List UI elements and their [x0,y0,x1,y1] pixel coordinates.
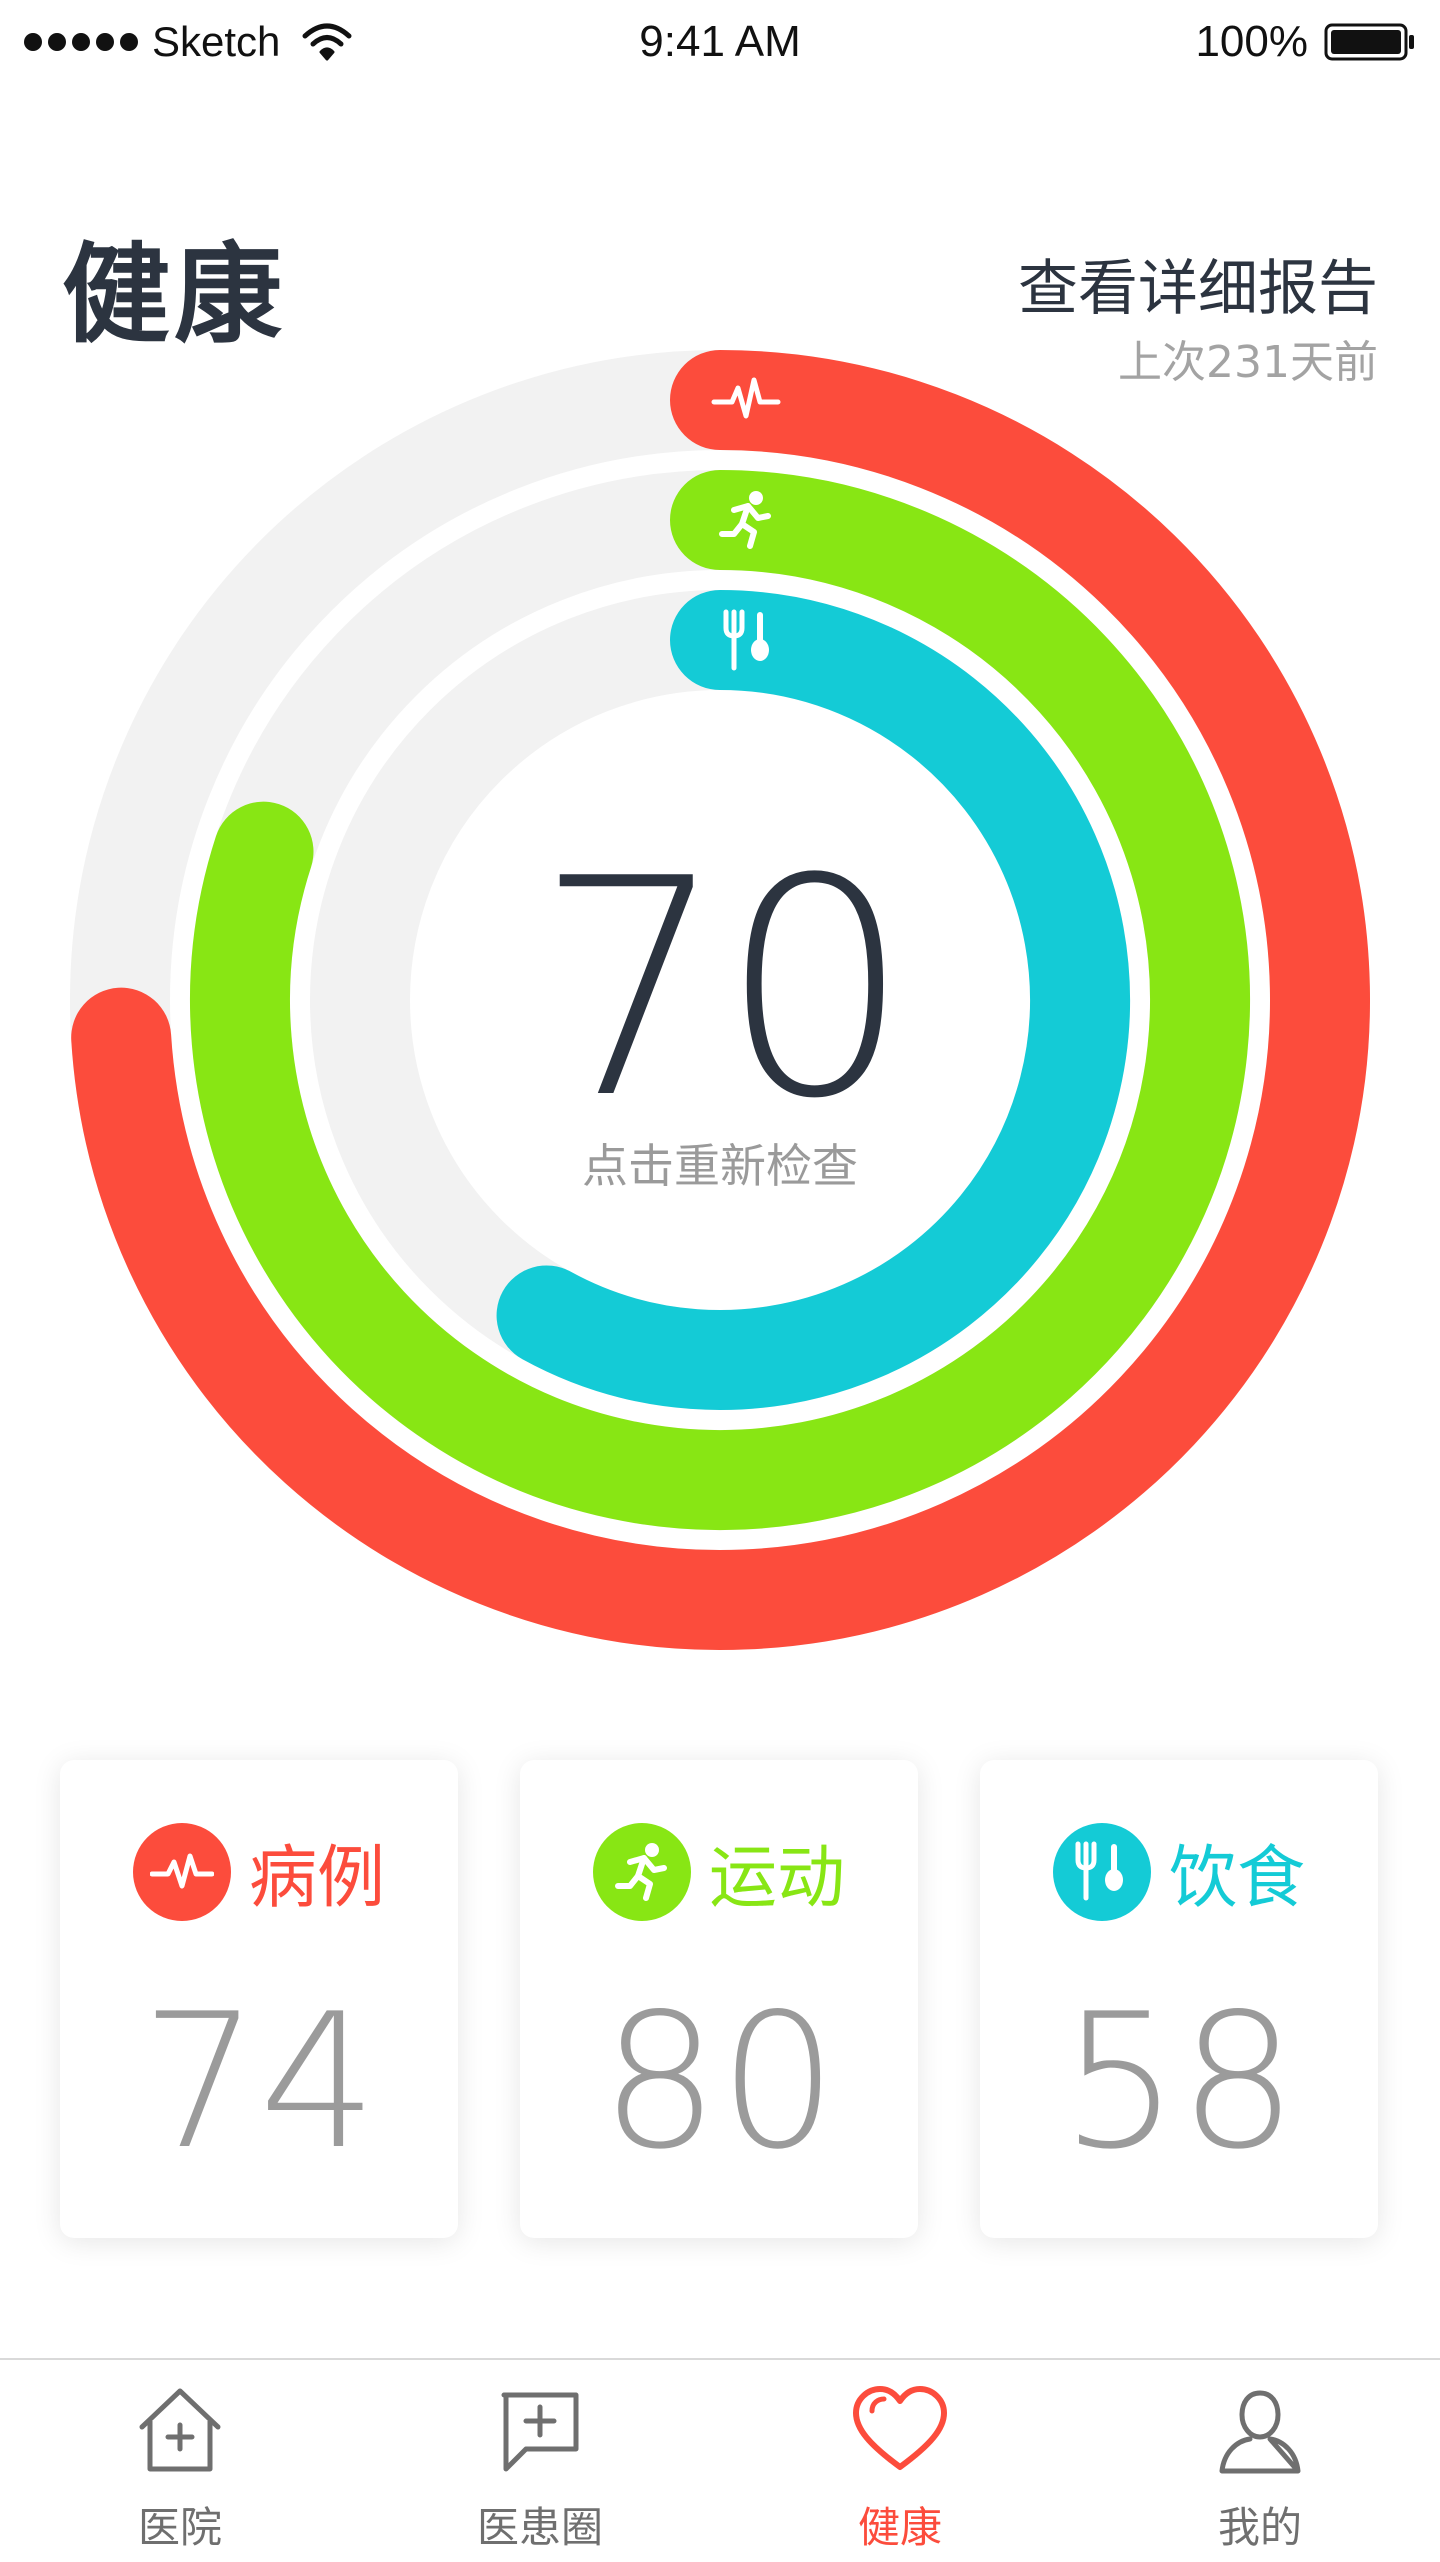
retest-button[interactable]: 点击重新检查 [420,1130,1020,1196]
heart-icon [850,2376,950,2486]
card-value: 80 [600,1973,838,2190]
card-label: 运动 [708,1839,845,1918]
tab-hospital[interactable]: 医院 [0,2360,360,2562]
tab-health[interactable]: 健康 [720,2360,1080,2562]
card-header: 病例 [60,1822,458,1921]
card-badge [132,1822,231,1921]
tab-label: 医院 [137,2503,222,2552]
card-badge [592,1822,691,1921]
card-label: 饮食 [1168,1839,1305,1918]
tab-bar: 医院 医患圈 健康 我的 [0,2358,1440,2562]
card-label: 病例 [248,1839,385,1918]
user-icon [1212,2376,1308,2486]
card-header: 运动 [520,1822,918,1921]
card-value: 58 [1060,1973,1298,2190]
card-value: 74 [140,1973,378,2190]
hospital-icon [132,2376,228,2486]
card-badge [1052,1822,1151,1921]
tab-label: 医患圈 [476,2503,603,2552]
tab-profile[interactable]: 我的 [1080,2360,1440,2562]
card-header: 饮食 [980,1822,1378,1921]
tab-label: 我的 [1217,2503,1302,2552]
heartbeat-icon [149,1853,214,1888]
card-diet[interactable]: 饮食 58 [980,1760,1378,2238]
health-score: 70 [535,815,911,1164]
running-icon [614,1842,667,1901]
tab-label: 健康 [857,2503,942,2552]
tab-community[interactable]: 医患圈 [360,2360,720,2562]
card-medical-record[interactable]: 病例 74 [60,1760,458,2238]
card-exercise[interactable]: 运动 80 [520,1760,918,2238]
fork-spoon-icon [1075,1841,1123,1900]
chat-plus-icon [492,2376,588,2486]
